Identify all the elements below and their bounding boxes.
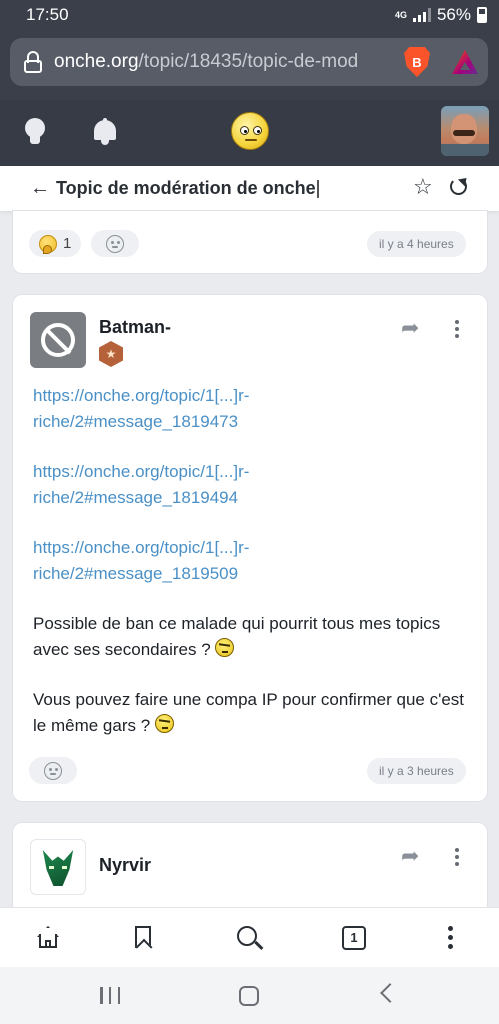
topic-title: Topic de modération de onche: [56, 178, 319, 199]
reaction-thinking[interactable]: 1: [29, 230, 82, 257]
post-link[interactable]: https://onche.org/topic/1[...]r-riche/2#…: [33, 383, 473, 435]
browser-menu-icon[interactable]: [448, 926, 453, 953]
neutral-emoji-icon: [44, 761, 62, 780]
ban-icon: [41, 323, 75, 357]
battery-percent: 56%: [436, 5, 471, 24]
browser-chrome: 17:50 4G 56% onche.org/topic/18435/topic…: [0, 0, 499, 100]
browser-bottom-toolbar: 1: [0, 907, 499, 967]
thinking-emoji-icon: [39, 234, 57, 254]
banned-avatar[interactable]: [30, 312, 86, 368]
brave-rewards-icon[interactable]: [452, 50, 478, 74]
recent-apps-icon[interactable]: [100, 987, 120, 1004]
post-card-previous: 1 il y a 4 heures: [12, 210, 488, 274]
android-navigation-bar: [0, 967, 499, 1024]
lightbulb-icon[interactable]: [23, 118, 47, 146]
site-logo-smiley-icon[interactable]: [231, 112, 269, 150]
post-paragraph: Possible de ban ce malade qui pourrit to…: [33, 614, 441, 659]
dragon-avatar[interactable]: [30, 839, 86, 895]
signal-icon: [412, 8, 431, 22]
user-avatar[interactable]: [441, 106, 489, 156]
angry-emoji-icon: [215, 638, 235, 657]
favorite-star-icon[interactable]: ☆: [413, 176, 433, 198]
more-options-icon[interactable]: [455, 848, 459, 869]
android-home-icon[interactable]: [239, 986, 259, 1006]
android-back-icon[interactable]: [380, 983, 400, 1003]
neutral-emoji-icon: [106, 234, 124, 253]
status-indicators: 4G 56%: [395, 5, 487, 25]
share-icon[interactable]: ➦: [401, 315, 419, 341]
address-bar[interactable]: onche.org/topic/18435/topic-de-mod B: [10, 38, 488, 86]
post-paragraph: Vous pouvez faire une compa IP pour conf…: [33, 690, 465, 735]
back-arrow-icon[interactable]: ←: [30, 177, 54, 200]
status-time: 17:50: [26, 5, 69, 24]
home-icon[interactable]: [37, 926, 59, 948]
url-text[interactable]: onche.org/topic/18435/topic-de-mod: [54, 51, 396, 73]
add-reaction-button[interactable]: [91, 230, 139, 257]
brave-shields-icon[interactable]: B: [404, 47, 430, 77]
status-bar: 17:50 4G 56%: [0, 0, 499, 30]
post-link[interactable]: https://onche.org/topic/1[...]r-riche/2#…: [33, 459, 473, 511]
post-username[interactable]: Batman-: [99, 317, 171, 338]
network-type: 4G: [394, 9, 407, 20]
post-content: https://onche.org/topic/1[...]r-riche/2#…: [33, 383, 473, 739]
rank-badge-icon: ★: [99, 341, 123, 367]
add-reaction-button[interactable]: [29, 757, 77, 784]
post-link[interactable]: https://onche.org/topic/1[...]r-riche/2#…: [33, 535, 473, 587]
bookmark-icon[interactable]: [135, 926, 151, 948]
notifications-bell-icon[interactable]: [93, 118, 117, 146]
angry-emoji-icon: [154, 714, 174, 733]
lock-icon[interactable]: [24, 51, 42, 73]
battery-icon: [477, 7, 487, 23]
tabs-count-icon[interactable]: 1: [342, 926, 366, 950]
more-options-icon[interactable]: [455, 320, 459, 341]
refresh-icon[interactable]: [450, 178, 467, 195]
share-icon[interactable]: ➦: [401, 843, 419, 869]
post-card: Batman- ★ ➦ https://onche.org/topic/1[..…: [12, 294, 488, 802]
post-timestamp: il y a 4 heures: [367, 231, 466, 257]
post-timestamp: il y a 3 heures: [367, 758, 466, 784]
reaction-count: 1: [63, 235, 72, 252]
search-icon[interactable]: [237, 926, 257, 946]
post-username[interactable]: Nyrvir: [99, 855, 151, 876]
